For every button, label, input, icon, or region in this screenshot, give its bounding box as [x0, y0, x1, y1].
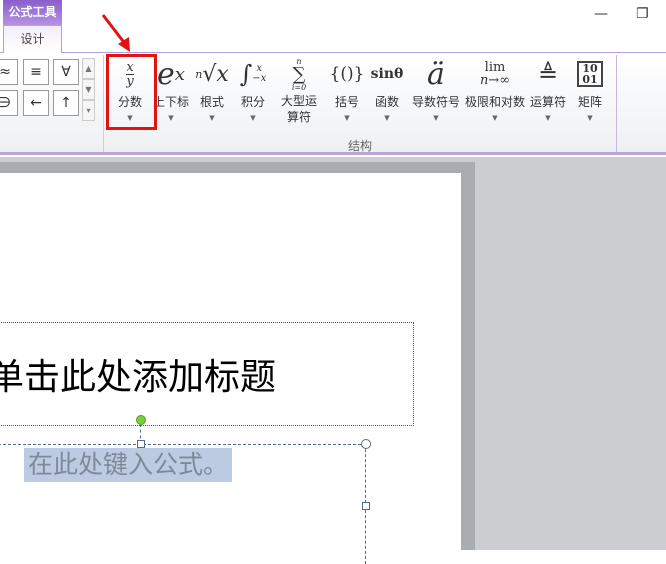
group-separator — [616, 55, 617, 152]
matrix-label: 矩阵 — [577, 95, 602, 109]
highlight-box — [106, 54, 157, 130]
function-label: 函数 — [374, 95, 399, 109]
function-button[interactable]: sinθ 函数 ▼ — [368, 55, 406, 122]
dropdown-arrow-icon: ▼ — [492, 114, 498, 122]
equation-tools-context-tab: 公式工具 — [3, 0, 62, 25]
group-label-structure: 结构 — [348, 139, 373, 153]
symbol-approx[interactable]: ≈ — [0, 59, 18, 85]
integral-label: 积分 — [240, 95, 265, 109]
matrix-icon: 10 01 — [572, 55, 608, 93]
dropdown-arrow-icon: ▼ — [587, 114, 593, 122]
pointer-arrow-icon — [101, 14, 130, 52]
radical-button[interactable]: n √x 根式 ▼ — [194, 55, 230, 123]
large-operator-button[interactable]: n ∑ i=0 大型运算符 — [274, 55, 324, 125]
summation-icon: n ∑ i=0 — [291, 56, 307, 92]
accent-icon: ä — [427, 56, 445, 92]
equation-placeholder-text[interactable]: 在此处键入公式。 — [24, 448, 233, 482]
function-icon: sinθ — [370, 66, 404, 82]
limit-log-label: 极限和对数 — [464, 95, 525, 109]
dropdown-arrow-icon: ▼ — [344, 114, 350, 122]
symbol-up-arrow[interactable]: ↑ — [53, 90, 79, 116]
minimize-button[interactable]: — — [594, 6, 608, 22]
symbol-left-arrow[interactable]: ← — [23, 90, 49, 116]
integral-button[interactable]: ∫ x −x 积分 ▼ — [234, 55, 272, 122]
gallery-scroll-down[interactable]: ▼ — [82, 79, 95, 100]
resize-handle-right[interactable] — [362, 502, 370, 510]
restore-button[interactable]: ❐ — [636, 6, 649, 22]
limit-log-button[interactable]: lim n→∞ 极限和对数 ▼ — [463, 55, 527, 122]
radical-icon: n √x — [195, 61, 229, 87]
bracket-label: 括号 — [334, 95, 359, 109]
operator-icon: ≜ — [537, 60, 559, 88]
radical-label: 根式 — [199, 95, 224, 109]
resize-handle-top-right[interactable] — [361, 439, 371, 449]
operator-label: 运算符 — [529, 95, 566, 109]
symbol-equiv[interactable]: ≡ — [23, 59, 49, 85]
dropdown-arrow-icon: ▼ — [545, 114, 551, 122]
accent-label: 导数符号 — [411, 95, 460, 109]
matrix-button[interactable]: 10 01 矩阵 ▼ — [572, 55, 608, 122]
dropdown-arrow-icon: ▼ — [209, 114, 215, 122]
rotation-handle[interactable] — [136, 415, 146, 425]
resize-handle-top[interactable] — [137, 440, 145, 448]
operator-button[interactable]: ≜ 运算符 ▼ — [528, 55, 568, 122]
symbol-ni[interactable]: ∋ — [0, 90, 18, 116]
bracket-icon: {()} — [329, 64, 365, 84]
dropdown-arrow-icon: ▼ — [433, 114, 439, 122]
dropdown-arrow-icon: ▼ — [384, 114, 390, 122]
dropdown-arrow-icon: ▼ — [250, 114, 256, 122]
group-separator — [103, 55, 104, 152]
accent-button[interactable]: ä 导数符号 ▼ — [410, 55, 462, 123]
title-placeholder-text[interactable]: 单击此处添加标题 — [0, 348, 276, 400]
symbol-forall[interactable]: ∀ — [53, 59, 79, 85]
limit-icon: lim n→∞ — [479, 60, 511, 88]
gallery-more[interactable]: ▾ — [82, 100, 95, 121]
bracket-button[interactable]: {()} 括号 ▼ — [329, 55, 365, 122]
large-operator-label: 大型运算符 — [280, 94, 317, 124]
gallery-scroll-up[interactable]: ▲ — [82, 58, 95, 79]
tab-design[interactable]: 设计 — [3, 25, 62, 53]
integral-icon: ∫ x −x — [239, 60, 267, 88]
